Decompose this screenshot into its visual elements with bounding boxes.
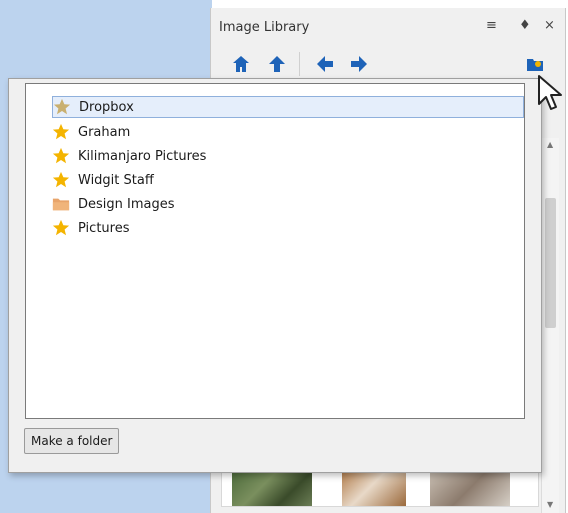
menu-icon[interactable]: ≡: [486, 18, 497, 33]
list-item-label: Widgit Staff: [78, 172, 154, 188]
list-item[interactable]: Widgit Staff: [52, 169, 524, 191]
scrollbar-thumb[interactable]: [545, 198, 556, 328]
home-icon[interactable]: [229, 50, 253, 78]
image-thumbnail[interactable]: [430, 470, 510, 506]
list-item-label: Graham: [78, 124, 131, 140]
scroll-up-icon[interactable]: ▲: [547, 140, 553, 149]
arrow-up-icon[interactable]: [265, 50, 289, 78]
image-thumbnail[interactable]: [232, 470, 312, 506]
list-item[interactable]: Dropbox: [52, 96, 524, 118]
folder-picker-popup: Dropbox Graham Kilimanjaro Pictures Widg…: [8, 78, 542, 473]
scroll-down-icon[interactable]: ▼: [547, 500, 553, 509]
list-item[interactable]: Design Images: [52, 193, 524, 215]
list-item-label: Kilimanjaro Pictures: [78, 148, 207, 164]
mouse-cursor-icon: [537, 74, 565, 118]
star-icon: [52, 219, 70, 236]
arrow-left-icon[interactable]: [313, 50, 337, 78]
list-item-label: Design Images: [78, 196, 175, 212]
close-icon[interactable]: ×: [544, 18, 555, 33]
folder-icon: [52, 198, 70, 211]
panel-title: Image Library: [219, 20, 310, 35]
list-item[interactable]: Graham: [52, 121, 524, 143]
toolbar-separator: [299, 52, 300, 76]
pin-icon[interactable]: ♦: [519, 18, 531, 33]
panel-scrollbar[interactable]: ▲ ▼: [541, 138, 559, 513]
list-item-label: Dropbox: [79, 99, 134, 115]
star-icon: [52, 123, 70, 140]
list-item[interactable]: Kilimanjaro Pictures: [52, 145, 524, 167]
arrow-right-icon[interactable]: [347, 50, 371, 78]
image-thumbnail[interactable]: [342, 470, 406, 506]
folder-list[interactable]: Dropbox Graham Kilimanjaro Pictures Widg…: [25, 83, 525, 419]
star-icon: [52, 147, 70, 164]
list-item-label: Pictures: [78, 220, 130, 236]
star-icon: [52, 171, 70, 188]
make-folder-button[interactable]: Make a folder: [24, 428, 120, 454]
star-icon: [53, 98, 71, 115]
list-item[interactable]: Pictures: [52, 217, 524, 239]
